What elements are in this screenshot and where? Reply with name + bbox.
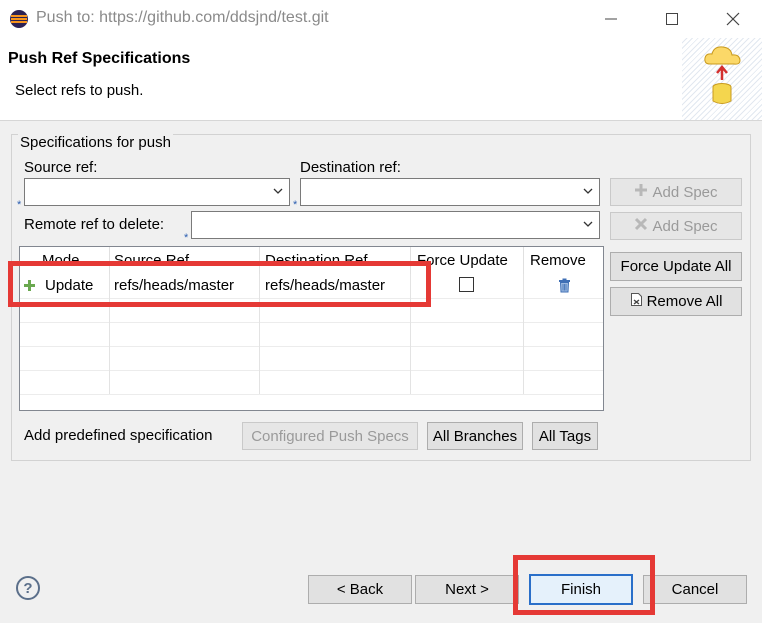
remove-all-label: Remove All [646, 293, 723, 310]
remove-all-button[interactable]: Remove All [610, 287, 742, 316]
group-legend: Specifications for push [18, 134, 173, 151]
trash-icon[interactable] [558, 278, 571, 293]
all-branches-label: All Branches [432, 427, 518, 445]
table-row [20, 346, 603, 371]
finish-highlight-box [513, 555, 655, 615]
predefined-spec-label: Add predefined specification [24, 427, 213, 444]
remote-ref-delete-combo[interactable] [191, 211, 600, 239]
help-icon[interactable]: ? [16, 576, 40, 600]
remove-all-icon [630, 292, 643, 311]
configured-push-specs-label: Configured Push Specs [251, 427, 409, 445]
help-glyph: ? [23, 579, 33, 597]
eclipse-app-icon [10, 10, 28, 28]
chevron-down-icon [273, 188, 283, 194]
close-icon[interactable] [718, 4, 748, 34]
back-label: < Back [336, 581, 384, 598]
table-row [20, 370, 603, 395]
maximize-icon[interactable] [657, 4, 687, 34]
window-title: Push to: https://github.com/ddsjnd/test.… [36, 9, 329, 26]
next-label: Next > [445, 581, 489, 598]
force-update-checkbox[interactable] [459, 277, 474, 292]
configured-push-specs-button[interactable]: Configured Push Specs [242, 422, 418, 450]
table-row [20, 322, 603, 347]
minimize-icon[interactable] [596, 4, 626, 34]
page-subtitle: Select refs to push. [15, 82, 144, 99]
column-header-remove[interactable]: Remove [524, 247, 603, 275]
remove-cell[interactable] [524, 274, 603, 298]
destination-ref-combo[interactable] [300, 178, 600, 206]
chevron-down-icon [583, 221, 593, 227]
source-ref-label: Source ref: [24, 159, 98, 176]
chevron-down-icon [583, 188, 593, 194]
back-button[interactable]: < Back [308, 575, 412, 604]
required-marker: * [17, 199, 22, 211]
add-delete-spec-button[interactable]: Add Spec [610, 212, 742, 240]
all-tags-label: All Tags [538, 427, 592, 445]
wizard-header: Push Ref Specifications Select refs to p… [0, 38, 762, 121]
plus-icon [634, 183, 648, 201]
cancel-button[interactable]: Cancel [643, 575, 747, 604]
push-cloud-database-icon [704, 46, 741, 104]
force-update-all-button[interactable]: Force Update All [610, 252, 742, 281]
required-marker: * [293, 199, 298, 211]
force-update-all-label: Force Update All [620, 258, 732, 275]
add-delete-spec-label: Add Spec [652, 217, 718, 235]
source-ref-combo[interactable] [24, 178, 290, 206]
page-title: Push Ref Specifications [8, 50, 191, 67]
all-branches-button[interactable]: All Branches [427, 422, 523, 450]
add-spec-label: Add Spec [652, 183, 718, 201]
remote-ref-delete-label: Remote ref to delete: [24, 216, 165, 233]
required-marker: * [184, 232, 189, 244]
cancel-label: Cancel [671, 581, 719, 598]
next-button[interactable]: Next > [415, 575, 519, 604]
delete-x-icon [634, 217, 648, 235]
all-tags-button[interactable]: All Tags [532, 422, 598, 450]
destination-ref-label: Destination ref: [300, 159, 401, 176]
add-spec-button[interactable]: Add Spec [610, 178, 742, 206]
title-bar: Push to: https://github.com/ddsjnd/test.… [0, 0, 762, 38]
row-highlight-box [8, 261, 431, 307]
